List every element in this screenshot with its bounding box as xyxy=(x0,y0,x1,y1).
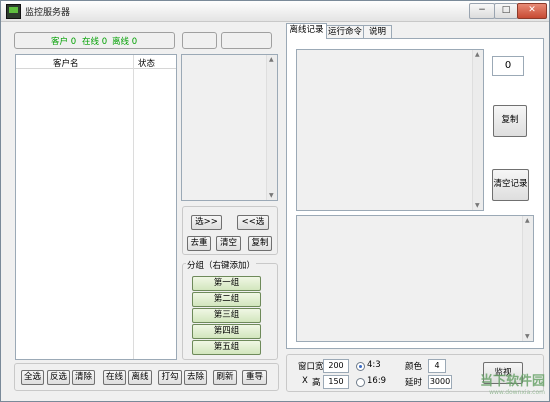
top-field-2[interactable] xyxy=(221,32,272,49)
window-title: 监控服务器 xyxy=(25,8,71,18)
records-scrollbar[interactable]: ▲ ▼ xyxy=(472,50,483,210)
tab-help[interactable]: 说明 xyxy=(363,25,392,39)
selected-list-scrollbar[interactable]: ▲ ▼ xyxy=(266,55,277,200)
group-panel-title: 分组（右键添加） xyxy=(186,259,257,271)
scroll-down-icon[interactable]: ▼ xyxy=(475,202,480,209)
delay-input[interactable]: 3000 xyxy=(428,375,452,389)
clear-records-button[interactable]: 清空记录 xyxy=(492,169,529,201)
reimport-button[interactable]: 重导 xyxy=(242,370,267,385)
group-button-3[interactable]: 第三组 xyxy=(192,308,261,323)
ratio-169-radio[interactable] xyxy=(356,378,365,387)
close-button[interactable]: ✕ xyxy=(517,3,547,19)
scroll-up-icon[interactable]: ▲ xyxy=(475,51,480,58)
tab-offline-records[interactable]: 离线记录 xyxy=(286,23,327,39)
customer-count: 客户 0 xyxy=(51,37,77,47)
invert-select-button[interactable]: 反选 xyxy=(47,370,70,385)
group-button-1[interactable]: 第一组 xyxy=(192,276,261,291)
scroll-down-icon[interactable]: ▼ xyxy=(269,192,274,199)
offline-records-box[interactable]: ▲ ▼ xyxy=(296,49,484,211)
client-list[interactable]: 客户名 状态 xyxy=(15,54,177,360)
detail-box[interactable]: ▲ ▼ xyxy=(296,215,534,342)
clear-select-button[interactable]: 清除 xyxy=(72,370,95,385)
online-button[interactable]: 在线 xyxy=(103,370,126,385)
move-right-button[interactable]: 选>> xyxy=(191,215,222,230)
minimize-button[interactable]: − xyxy=(469,3,495,19)
refresh-button[interactable]: 刷新 xyxy=(213,370,237,385)
copy-list-button[interactable]: 复制 xyxy=(248,236,272,251)
record-count: 0 xyxy=(492,56,524,76)
watermark-brand: 当下软件园 xyxy=(479,374,545,389)
app-icon xyxy=(6,4,21,19)
color-input[interactable]: 4 xyxy=(428,359,446,373)
column-header-name[interactable]: 客户名 xyxy=(53,57,79,69)
offline-button[interactable]: 离线 xyxy=(128,370,152,385)
scroll-up-icon[interactable]: ▲ xyxy=(525,217,530,224)
select-buttons-panel: 选>> <<选 去重 清空 复制 xyxy=(182,206,278,255)
top-field-1[interactable] xyxy=(182,32,217,49)
online-count: 在线 0 xyxy=(82,37,108,47)
group-panel: 分组（右键添加） 第一组 第二组 第三组 第四组 第五组 xyxy=(182,259,278,360)
scroll-up-icon[interactable]: ▲ xyxy=(269,56,274,63)
height-prefix: X xyxy=(302,376,308,386)
scroll-down-icon[interactable]: ▼ xyxy=(525,333,530,340)
client-list-header: 客户名 状态 xyxy=(16,55,176,69)
tab-content: ▲ ▼ 0 复制 清空记录 ▲ ▼ xyxy=(286,38,544,349)
column-header-status[interactable]: 状态 xyxy=(138,57,155,69)
tab-run-command[interactable]: 运行命令 xyxy=(325,25,365,39)
move-left-button[interactable]: <<选 xyxy=(237,215,269,230)
dedupe-button[interactable]: 去重 xyxy=(187,236,211,251)
status-box: 客户 0 在线 0 离线 0 xyxy=(14,32,175,49)
width-label: 窗口宽 xyxy=(298,362,324,372)
title-bar: 监控服务器 − □ ✕ xyxy=(1,1,549,22)
uncheck-button[interactable]: 去除 xyxy=(184,370,207,385)
check-button[interactable]: 打勾 xyxy=(158,370,182,385)
width-input[interactable]: 200 xyxy=(323,359,349,373)
group-button-5[interactable]: 第五组 xyxy=(192,340,261,355)
offline-count: 离线 0 xyxy=(112,37,138,47)
group-button-4[interactable]: 第四组 xyxy=(192,324,261,339)
select-all-button[interactable]: 全选 xyxy=(21,370,44,385)
height-label: 高 xyxy=(312,378,321,388)
detail-scrollbar[interactable]: ▲ ▼ xyxy=(522,216,533,341)
watermark-logo: 当下软件园 www.downxia.com xyxy=(480,370,545,396)
height-input[interactable]: 150 xyxy=(323,375,349,389)
maximize-button[interactable]: □ xyxy=(494,3,518,19)
bottom-button-bar: 全选 反选 清除 在线 离线 打勾 去除 刷新 重导 xyxy=(14,363,279,391)
delay-label: 延时 xyxy=(405,378,423,388)
watermark-url: www.downxia.com xyxy=(489,389,545,396)
clear-button[interactable]: 清空 xyxy=(216,236,241,251)
copy-records-button[interactable]: 复制 xyxy=(493,105,527,137)
ratio-169-label[interactable]: 16:9 xyxy=(367,376,386,386)
group-button-2[interactable]: 第二组 xyxy=(192,292,261,307)
selected-list[interactable]: ▲ ▼ xyxy=(181,54,278,201)
main-window: 监控服务器 − □ ✕ 客户 0 在线 0 离线 0 客户名 状态 ▲ ▼ 选>… xyxy=(0,0,550,402)
column-divider xyxy=(133,55,134,359)
color-label: 颜色 xyxy=(405,362,423,372)
ratio-43-radio[interactable] xyxy=(356,362,365,371)
ratio-43-label[interactable]: 4:3 xyxy=(367,360,381,370)
